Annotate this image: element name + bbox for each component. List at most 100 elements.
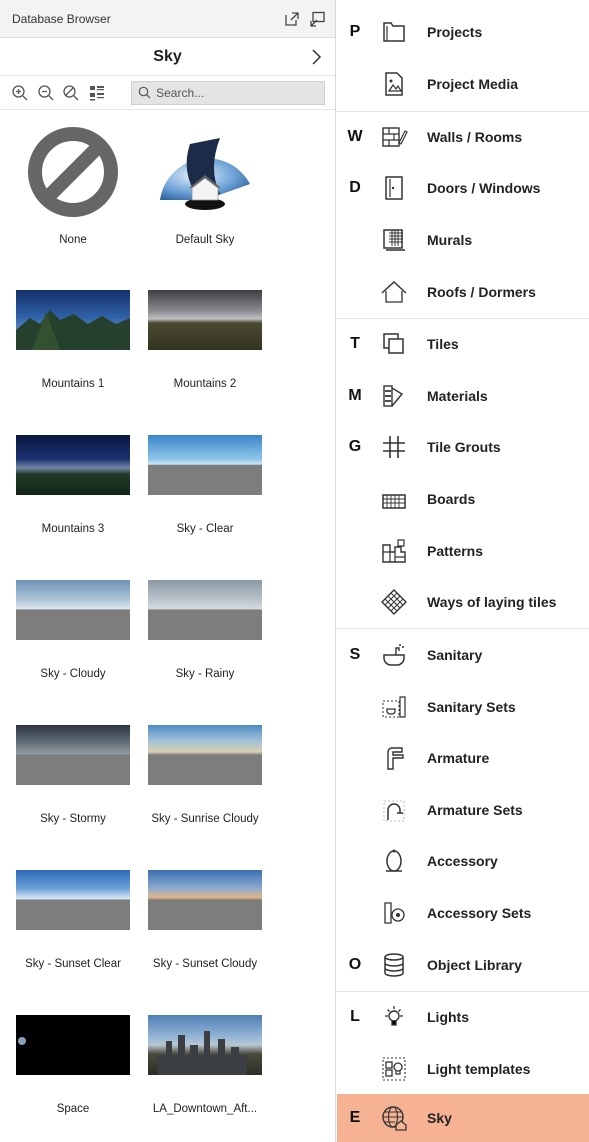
menu-item-sanitary[interactable]: S Sanitary xyxy=(337,629,589,681)
sky-thumbnail-image xyxy=(16,290,130,350)
panel-titlebar: Database Browser xyxy=(0,0,335,38)
thumbnail-item[interactable]: Sky - Clear xyxy=(140,435,270,535)
menu-item-label: Object Library xyxy=(427,957,522,973)
menu-item-accessory-sets[interactable]: Accessory Sets xyxy=(337,887,589,939)
sky-thumbnail-image xyxy=(16,435,130,495)
boards-icon xyxy=(379,484,409,514)
browser-toolbar xyxy=(0,76,335,110)
globe-house-icon xyxy=(379,1103,409,1133)
armature-sets-icon xyxy=(379,795,409,825)
thumbnail-label: Mountains 2 xyxy=(173,378,237,390)
menu-item-armature[interactable]: Armature xyxy=(337,732,589,784)
thumbnail-item[interactable]: Default Sky xyxy=(140,124,270,246)
shortcut-letter: T xyxy=(350,335,360,352)
menu-item-label: Roofs / Dormers xyxy=(427,284,536,300)
menu-item-light-templates[interactable]: Light templates xyxy=(337,1043,589,1095)
menu-item-label: Materials xyxy=(427,388,488,404)
search-field[interactable] xyxy=(131,80,326,105)
menu-item-armature-sets[interactable]: Armature Sets xyxy=(337,784,589,836)
thumbnail-item[interactable]: Sky - Sunrise Cloudy xyxy=(140,725,270,825)
menu-item-walls-rooms[interactable]: W Walls / Rooms xyxy=(337,111,589,163)
menu-item-ways-of-laying-tiles[interactable]: Ways of laying tiles xyxy=(337,576,589,628)
menu-item-label: Accessory Sets xyxy=(427,905,532,921)
thumbnail-item[interactable]: Sky - Sunset Cloudy xyxy=(140,870,270,970)
shortcut-letter: D xyxy=(349,179,361,196)
thumbnail-item[interactable]: Sky - Rainy xyxy=(140,580,270,680)
thumbnail-label: Space xyxy=(56,1103,90,1115)
sanitary-icon xyxy=(379,640,409,670)
accessory-sets-icon xyxy=(379,898,409,928)
search-input[interactable] xyxy=(156,85,317,100)
thumbnail-item[interactable]: Mountains 3 xyxy=(8,435,138,535)
menu-item-tiles[interactable]: T Tiles xyxy=(337,318,589,370)
menu-item-boards[interactable]: Boards xyxy=(337,473,589,525)
menu-item-patterns[interactable]: Patterns xyxy=(337,525,589,577)
menu-item-sanitary-sets[interactable]: Sanitary Sets xyxy=(337,681,589,733)
faucet-icon xyxy=(379,743,409,773)
shortcut-letter: L xyxy=(350,1008,360,1025)
sky-thumbnail-image xyxy=(16,580,130,640)
menu-item-label: Ways of laying tiles xyxy=(427,594,557,610)
patterns-icon xyxy=(379,536,409,566)
database-browser-panel: Database Browser Sky Search... None Defa… xyxy=(0,0,336,1142)
menu-item-project-media[interactable]: Project Media xyxy=(337,58,589,110)
sky-thumbnail-image xyxy=(148,725,262,785)
light-bulb-icon xyxy=(379,1002,409,1032)
shortcut-letter: M xyxy=(348,387,362,404)
menu-item-label: Lights xyxy=(427,1009,469,1025)
thumbnail-label: Mountains 3 xyxy=(41,523,105,535)
shortcut-letter: W xyxy=(347,128,363,145)
menu-item-label: Accessory xyxy=(427,853,498,869)
thumbnail-item[interactable]: Mountains 1 xyxy=(8,290,138,390)
menu-item-materials[interactable]: M Materials xyxy=(337,370,589,422)
thumbnail-item[interactable]: None xyxy=(8,124,138,246)
sky-thumbnail-image xyxy=(148,870,262,930)
menu-item-label: Doors / Windows xyxy=(427,180,541,196)
thumbnail-label: Sky - Stormy xyxy=(40,813,106,825)
popout-icon[interactable] xyxy=(283,10,301,28)
view-mode-icon[interactable] xyxy=(87,83,107,103)
menu-item-label: Armature xyxy=(427,750,490,766)
folder-icon xyxy=(379,17,409,47)
menu-item-label: Sanitary Sets xyxy=(427,699,516,715)
sky-thumbnail-image xyxy=(16,870,130,930)
category-menu: P Projects Project Media W Walls / Rooms… xyxy=(337,0,589,1142)
menu-item-sky[interactable]: E Sky xyxy=(337,1094,589,1142)
thumbnail-label: Mountains 1 xyxy=(41,378,105,390)
thumbnail-item[interactable]: LA_Downtown_Aft... xyxy=(140,1015,270,1115)
dock-icon[interactable] xyxy=(309,10,327,28)
accessory-icon xyxy=(379,846,409,876)
menu-item-murals[interactable]: Murals xyxy=(337,214,589,266)
laying-tiles-icon xyxy=(379,587,409,617)
materials-icon xyxy=(379,381,409,411)
thumbnail-item[interactable]: Mountains 2 xyxy=(140,290,270,390)
menu-item-roofs-dormers[interactable]: Roofs / Dormers xyxy=(337,266,589,318)
menu-item-accessory[interactable]: Accessory xyxy=(337,835,589,887)
zoom-out-icon[interactable] xyxy=(36,83,56,103)
sanitary-sets-icon xyxy=(379,692,409,722)
sky-thumbnail-image xyxy=(148,580,262,640)
thumbnail-label: Sky - Cloudy xyxy=(40,668,106,680)
zoom-reset-icon[interactable] xyxy=(62,83,82,103)
default-sky-thumbnail xyxy=(150,124,260,220)
shortcut-letter: E xyxy=(349,1109,361,1126)
thumbnail-item[interactable]: Sky - Cloudy xyxy=(8,580,138,680)
menu-item-label: Tile Grouts xyxy=(427,439,501,455)
media-file-icon xyxy=(379,69,409,99)
thumbnail-label: Sky - Sunset Cloudy xyxy=(152,958,258,970)
roof-icon xyxy=(379,277,409,307)
menu-item-tile-grouts[interactable]: G Tile Grouts xyxy=(337,421,589,473)
menu-item-object-library[interactable]: O Object Library xyxy=(337,939,589,991)
thumbnail-item[interactable]: Sky - Stormy xyxy=(8,725,138,825)
category-title: Sky xyxy=(153,47,182,65)
thumbnail-item[interactable]: Sky - Sunset Clear xyxy=(8,870,138,970)
menu-item-lights[interactable]: L Lights xyxy=(337,991,589,1043)
shortcut-letter: O xyxy=(348,956,362,973)
zoom-in-icon[interactable] xyxy=(10,83,30,103)
menu-item-doors-windows[interactable]: D Doors / Windows xyxy=(337,162,589,214)
menu-item-projects[interactable]: P Projects xyxy=(337,6,589,58)
menu-item-label: Armature Sets xyxy=(427,802,523,818)
thumbnail-label: Default Sky xyxy=(175,234,235,246)
thumbnail-item[interactable]: Space xyxy=(8,1015,138,1115)
chevron-right-icon[interactable] xyxy=(307,46,325,68)
